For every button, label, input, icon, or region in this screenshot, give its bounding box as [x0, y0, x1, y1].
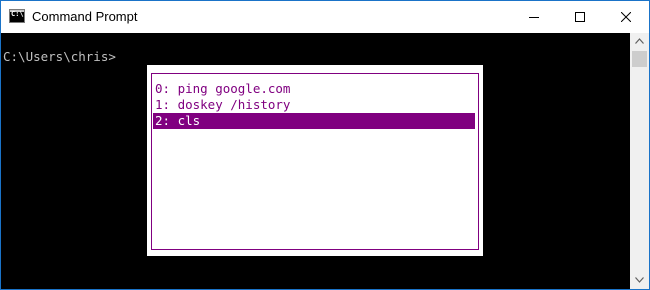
console-icon-text: C:\ — [11, 10, 24, 18]
history-item[interactable]: 2: cls — [153, 113, 475, 129]
history-item[interactable]: 0: ping google.com — [153, 81, 475, 97]
scroll-up-arrow-icon — [635, 38, 644, 44]
scroll-up-button[interactable] — [630, 33, 649, 50]
close-icon — [621, 12, 631, 22]
scroll-down-arrow-icon — [635, 277, 644, 283]
close-button[interactable] — [603, 1, 649, 33]
command-prompt-window: C:\ Command Prompt C:\Users\chris> 0: pi… — [0, 0, 650, 290]
history-item[interactable]: 1: doskey /history — [153, 97, 475, 113]
vertical-scrollbar[interactable] — [630, 33, 649, 289]
command-prompt-text: C:\Users\chris> — [3, 49, 116, 64]
maximize-icon — [575, 12, 585, 22]
console-icon[interactable]: C:\ — [9, 9, 25, 23]
title-bar[interactable]: C:\ Command Prompt — [1, 1, 649, 33]
scrollbar-thumb[interactable] — [632, 51, 647, 67]
command-history-popup[interactable]: 0: ping google.com 1: doskey /history 2:… — [147, 65, 483, 256]
window-title: Command Prompt — [32, 9, 138, 24]
maximize-button[interactable] — [557, 1, 603, 33]
scroll-down-button[interactable] — [630, 272, 649, 289]
minimize-icon — [529, 17, 539, 18]
minimize-button[interactable] — [511, 1, 557, 33]
